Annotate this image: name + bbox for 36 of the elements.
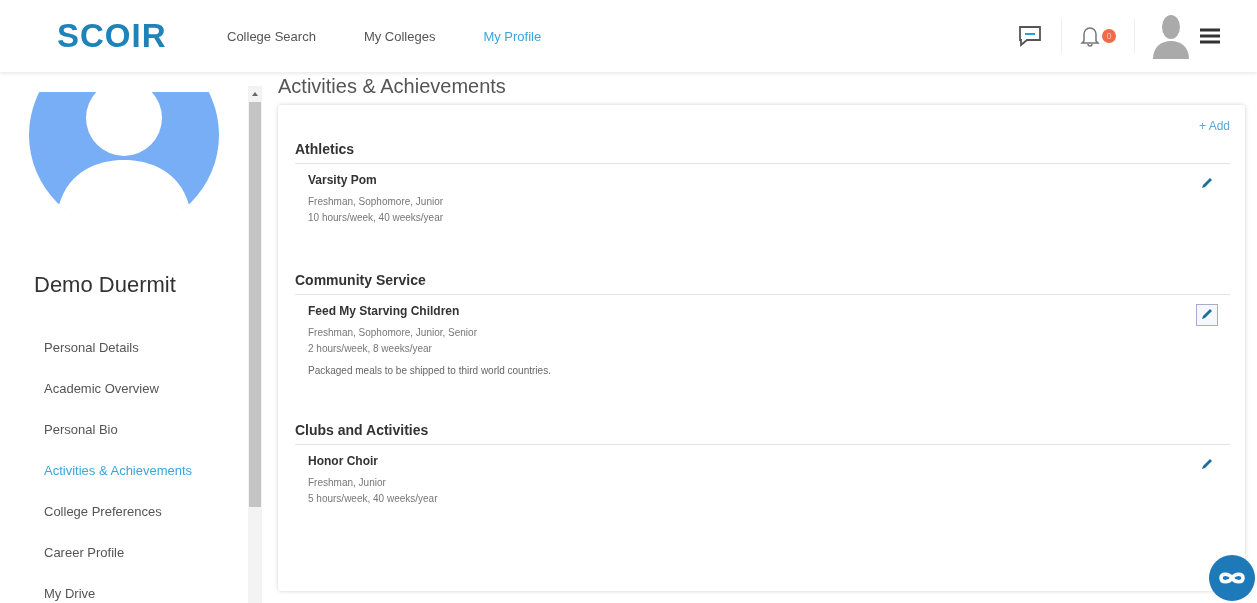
activity-name: Honor Choir [308, 454, 379, 468]
sidebar-item[interactable]: My Drive [44, 586, 248, 602]
pencil-icon [1200, 176, 1214, 190]
pencil-icon [1200, 457, 1214, 471]
activity-time: 5 hours/week, 40 weeks/year [308, 492, 438, 506]
nav-link[interactable]: My Colleges [363, 28, 436, 44]
section-heading: Clubs and Activities [295, 414, 1230, 445]
sidebar-item[interactable]: Academic Overview [44, 381, 248, 397]
bell-icon[interactable] [1080, 25, 1100, 47]
sidebar-item[interactable]: Personal Bio [44, 422, 248, 438]
activity-years: Freshman, Sophomore, Junior, Senior [308, 326, 478, 340]
section-heading: Athletics [295, 133, 1230, 164]
activity-name: Varsity Pom [308, 173, 378, 187]
menu-icon[interactable] [1199, 27, 1221, 45]
scrollbar[interactable] [248, 86, 262, 603]
scrollbar-thumb[interactable] [249, 102, 261, 507]
sidebar-item[interactable]: Career Profile [44, 545, 248, 561]
activity-time: 2 hours/week, 8 weeks/year [308, 342, 433, 356]
sidebar-item[interactable]: Personal Details [44, 340, 248, 356]
scroll-up-icon[interactable] [252, 92, 258, 96]
activity-years: Freshman, Junior [308, 476, 387, 490]
chat-icon[interactable] [1017, 24, 1043, 48]
nav-link[interactable]: College Search [227, 28, 316, 44]
activity-years: Freshman, Sophomore, Junior [308, 195, 444, 209]
student-name: Demo Duermit [34, 272, 177, 298]
activity-time: 10 hours/week, 40 weeks/year [308, 211, 444, 225]
pencil-icon [1200, 307, 1214, 321]
activity-name: Feed My Starving Children [308, 304, 461, 318]
notification-badge: 0 [1102, 29, 1116, 43]
sidebar-item[interactable]: College Preferences [44, 504, 248, 520]
logo[interactable]: SCOIR [57, 17, 227, 55]
section-heading: Community Service [295, 264, 1230, 295]
edit-button[interactable] [1196, 304, 1218, 326]
chat-bubble-icon[interactable] [1209, 555, 1255, 601]
page-title: Activities & Achievements [278, 75, 507, 98]
activity-description: Packaged meals to be shipped to third world countries. [308, 365, 551, 376]
